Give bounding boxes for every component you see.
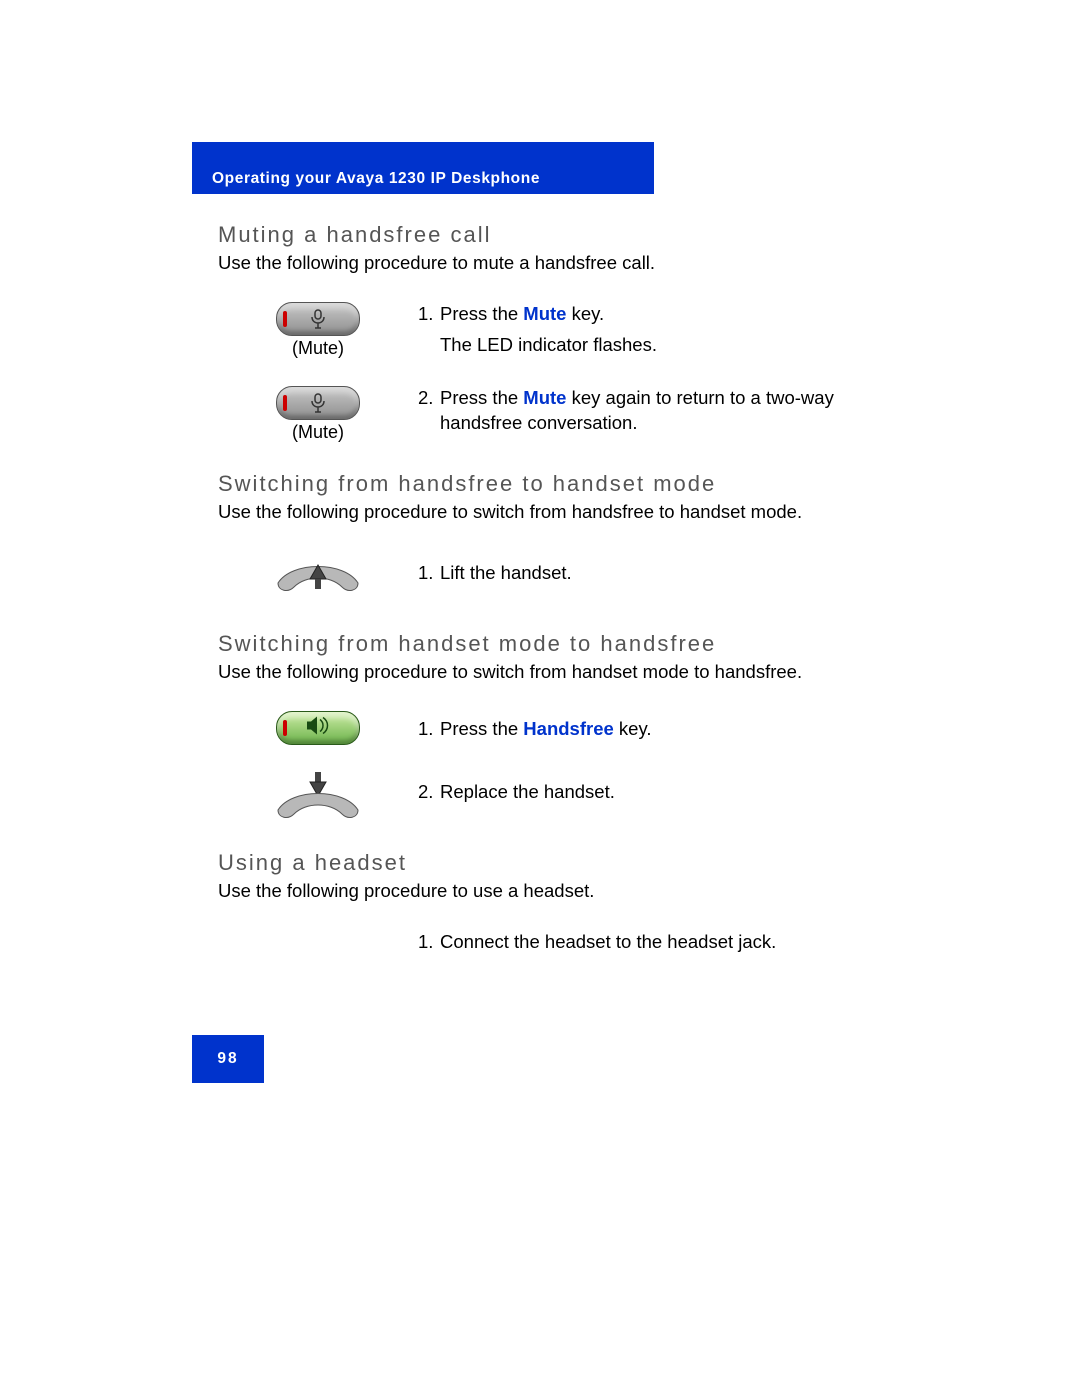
handsfree-key-row: 1. Press the Handsfree key. — [218, 711, 872, 748]
mute-key-icon-col: (Mute) — [218, 302, 418, 359]
header-bar: Operating your Avaya 1230 IP Deskphone — [192, 142, 654, 194]
mute-step-1-text: 1. Press the Mute key. The LED indicator… — [418, 302, 872, 364]
mute-key-icon — [276, 302, 360, 336]
handsfree-key-name: Handsfree — [523, 718, 613, 739]
step-body: Press the Mute key. — [440, 302, 872, 327]
microphone-icon — [310, 393, 326, 413]
step-body: Replace the handset. — [440, 780, 872, 805]
intro-headset: Use the following procedure to use a hea… — [218, 880, 872, 902]
headset-step-row: 1. Connect the headset to the headset ja… — [218, 930, 872, 961]
handset-lift-icon — [272, 551, 364, 603]
replace-handset-text: 2. Replace the handset. — [418, 770, 872, 811]
step-number: 2. — [418, 780, 440, 805]
mute-step-2-row: (Mute) 2. Press the Mute key again to re… — [218, 386, 872, 443]
led-icon — [283, 395, 287, 411]
intro-muting: Use the following procedure to mute a ha… — [218, 252, 872, 274]
mute-step-1-row: (Mute) 1. Press the Mute key. The LED in… — [218, 302, 872, 364]
lift-handset-row: 1. Lift the handset. — [218, 551, 872, 603]
page-content: Muting a handsfree call Use the followin… — [192, 222, 872, 961]
replace-handset-row: 2. Replace the handset. — [218, 770, 872, 822]
handsfree-key-icon — [276, 711, 360, 745]
step-number: 1. — [418, 930, 440, 955]
mute-key-name: Mute — [523, 387, 566, 408]
speaker-icon — [307, 716, 329, 739]
step-number: 1. — [418, 302, 440, 327]
handset-replace-icon-col — [218, 770, 418, 822]
step-body: Lift the handset. — [440, 561, 872, 586]
step-body: Press the Handsfree key. — [440, 717, 872, 742]
headset-step-text: 1. Connect the headset to the headset ja… — [418, 930, 872, 961]
handsfree-step-1-text: 1. Press the Handsfree key. — [418, 711, 872, 748]
microphone-icon — [310, 309, 326, 329]
mute-key-icon-col-2: (Mute) — [218, 386, 418, 443]
heading-hs-to-hf: Switching from handset mode to handsfree — [218, 631, 872, 657]
mute-step-2-text: 2. Press the Mute key again to return to… — [418, 386, 872, 442]
heading-muting: Muting a handsfree call — [218, 222, 872, 248]
handset-lift-icon-col — [218, 551, 418, 603]
heading-headset: Using a headset — [218, 850, 872, 876]
mute-key-label: (Mute) — [218, 338, 418, 359]
heading-hf-to-hs: Switching from handsfree to handset mode — [218, 471, 872, 497]
step-number: 1. — [418, 717, 440, 742]
handset-replace-icon — [272, 770, 364, 822]
lift-handset-text: 1. Lift the handset. — [418, 551, 872, 592]
mute-key-icon — [276, 386, 360, 420]
document-page: Operating your Avaya 1230 IP Deskphone M… — [192, 142, 872, 983]
step-number: 2. — [418, 386, 440, 436]
step-body: Connect the headset to the headset jack. — [440, 930, 872, 955]
mute-key-name: Mute — [523, 303, 566, 324]
footer-page-number: 98 — [192, 1035, 264, 1083]
led-icon — [283, 311, 287, 327]
mute-key-label: (Mute) — [218, 422, 418, 443]
intro-hf-to-hs: Use the following procedure to switch fr… — [218, 501, 872, 523]
led-icon — [283, 720, 287, 736]
intro-hs-to-hf: Use the following procedure to switch fr… — [218, 661, 872, 683]
handsfree-key-icon-col — [218, 711, 418, 745]
header-title: Operating your Avaya 1230 IP Deskphone — [212, 170, 540, 188]
step-number: 1. — [418, 561, 440, 586]
step-body: Press the Mute key again to return to a … — [440, 386, 872, 436]
step-body-line2: The LED indicator flashes. — [440, 333, 872, 358]
